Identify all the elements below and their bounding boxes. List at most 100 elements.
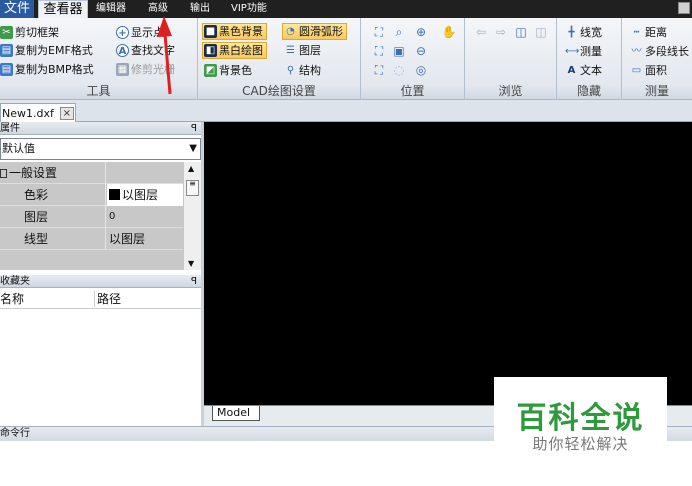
- bw-drawing-toggle[interactable]: ◧ 黑白绘图: [202, 42, 267, 59]
- property-key: 线型: [0, 228, 106, 250]
- text-button[interactable]: A 文本: [565, 62, 602, 79]
- menu-viewer[interactable]: 查看器: [38, 0, 88, 19]
- group-hide-label: 隐藏: [557, 84, 621, 99]
- group-hide: ╋ 线宽 ⟷ 测量 A 文本 隐藏: [557, 18, 622, 100]
- fit-height-icon[interactable]: ⛶: [371, 62, 387, 78]
- copy-emf-label: 复制为EMF格式: [15, 44, 93, 57]
- menu-output[interactable]: 输出: [190, 0, 210, 18]
- pan-hand-icon[interactable]: ✋: [441, 24, 457, 40]
- scroll-up-icon[interactable]: ▲: [188, 164, 194, 173]
- find-text-label: 查找文字: [131, 44, 175, 57]
- column-separator: [94, 291, 95, 307]
- fit-page-icon[interactable]: ▣: [391, 43, 407, 59]
- options-icon[interactable]: [678, 2, 690, 14]
- measure-label: 测量: [580, 45, 602, 58]
- show-points-button[interactable]: + 显示点: [116, 24, 164, 41]
- properties-title: 属件: [0, 123, 20, 134]
- favorites-panel-title: 收藏夹 ꟼ: [0, 275, 201, 288]
- color-swatch: [109, 189, 120, 200]
- model-tab[interactable]: Model: [212, 406, 260, 421]
- smooth-arc-toggle[interactable]: ◔ 圆滑弧形: [282, 23, 347, 40]
- property-group-row[interactable]: 一般设置: [0, 162, 183, 184]
- properties-selected-value: 默认值: [2, 142, 35, 155]
- distance-button[interactable]: ┅ 距离: [630, 24, 667, 41]
- property-key: 色彩: [0, 184, 106, 206]
- property-scrollbar[interactable]: ▲ ≡ ▼: [183, 162, 201, 270]
- scroll-thumb[interactable]: ≡: [186, 180, 199, 196]
- menu-advanced[interactable]: 高级: [148, 0, 168, 18]
- zoom-out-icon[interactable]: ⊖: [413, 43, 429, 59]
- property-row-linetype[interactable]: 线型 以图层: [0, 228, 183, 250]
- zoom-in-icon[interactable]: ⊕: [413, 24, 429, 40]
- property-value: 以图层: [122, 188, 159, 202]
- fit-extents-icon[interactable]: ⛶: [371, 24, 387, 40]
- close-icon[interactable]: ×: [59, 106, 74, 120]
- trim-raster-button[interactable]: ▦ 修剪光栅: [116, 61, 175, 78]
- trim-raster-icon: ▦: [116, 63, 129, 76]
- property-grid: 一般设置 色彩 以图层 图层 0 线型 以图层: [0, 162, 183, 270]
- drawing-canvas[interactable]: [204, 122, 692, 405]
- black-background-toggle[interactable]: ■ 黑色背景: [202, 23, 267, 40]
- document-tab-label: New1.dxf: [2, 106, 54, 120]
- distance-label: 距离: [645, 26, 667, 39]
- property-row-color[interactable]: 色彩 以图层: [0, 184, 183, 206]
- properties-object-select[interactable]: 默认值 ▼: [0, 138, 201, 160]
- zoom-previous-icon[interactable]: ◌: [391, 62, 407, 78]
- watermark-subtitle: 助你轻松解决: [532, 435, 629, 453]
- crosshair-icon: +: [116, 26, 129, 39]
- group-browse: ⇦ ⇨ ◫ ◫ 浏览: [465, 18, 557, 100]
- copy-bmp-button[interactable]: ▤ 复制为BMP格式: [0, 61, 94, 78]
- document-tab[interactable]: New1.dxf ×: [0, 103, 76, 122]
- background-color-button[interactable]: ◩ 背景色: [204, 62, 252, 79]
- black-background-icon: ■: [204, 25, 217, 38]
- menu-file[interactable]: 文件: [0, 0, 34, 18]
- smooth-arc-icon: ◔: [286, 26, 295, 37]
- scroll-down-icon[interactable]: ▼: [188, 259, 194, 268]
- area-button[interactable]: ▭ 面积: [630, 62, 667, 79]
- group-cad-settings-label: CAD绘图设置: [198, 84, 360, 99]
- line-width-button[interactable]: ╋ 线宽: [565, 24, 602, 41]
- find-text-button[interactable]: A 查找文字: [116, 42, 175, 59]
- layers-button[interactable]: ☰ 图层: [284, 42, 321, 59]
- property-value: 0: [109, 211, 116, 222]
- text-label: 文本: [580, 64, 602, 77]
- chevron-down-icon: ▼: [189, 143, 197, 154]
- copy-bmp-label: 复制为BMP格式: [15, 63, 94, 76]
- copy-bmp-icon: ▤: [0, 63, 13, 76]
- forward-arrow-icon[interactable]: ⇨: [493, 24, 509, 40]
- favorites-list[interactable]: [0, 310, 201, 424]
- collapse-icon[interactable]: [0, 169, 7, 178]
- property-row-layer[interactable]: 图层 0: [0, 206, 183, 228]
- smooth-arc-label: 圆滑弧形: [299, 25, 343, 38]
- show-points-label: 显示点: [131, 26, 164, 39]
- group-measure: ┅ 距离 〰 多段线长 ▭ 面积 测量: [622, 18, 692, 100]
- group-tools: ✂ 剪切框架 ▤ 复制为EMF格式 ▤ 复制为BMP格式 + 显示点 A 查找文…: [0, 18, 198, 100]
- cut-frame-icon: ✂: [0, 26, 13, 39]
- bw-drawing-label: 黑白绘图: [219, 44, 263, 57]
- area-icon: ▭: [631, 65, 642, 76]
- menu-editor[interactable]: 编辑器: [96, 0, 126, 18]
- polyline-length-label: 多段线长: [645, 45, 689, 58]
- background-color-icon: ◩: [204, 64, 217, 77]
- polyline-length-button[interactable]: 〰 多段线长: [630, 43, 690, 60]
- open-page-icon[interactable]: ◫: [513, 24, 529, 40]
- structure-button[interactable]: ⚲ 结构: [284, 62, 321, 79]
- close-page-icon[interactable]: ◫: [533, 24, 549, 40]
- menu-vip[interactable]: VIP功能: [231, 0, 267, 18]
- distance-icon: ┅: [633, 27, 640, 38]
- measure-button[interactable]: ⟷ 测量: [565, 43, 602, 60]
- fit-width-icon[interactable]: ⛶: [371, 43, 387, 59]
- cut-frame-button[interactable]: ✂ 剪切框架: [0, 24, 59, 41]
- zoom-options-icon[interactable]: ◎: [413, 62, 429, 78]
- back-arrow-icon[interactable]: ⇦: [473, 24, 489, 40]
- zoom-window-icon[interactable]: ⌕: [391, 24, 407, 40]
- find-text-icon: A: [116, 44, 129, 57]
- column-path-header[interactable]: 路径: [97, 289, 121, 309]
- column-name-header[interactable]: 名称: [0, 289, 24, 309]
- group-tools-label: 工具: [0, 84, 197, 99]
- pin-icon[interactable]: ꟼ: [191, 275, 197, 288]
- copy-emf-button[interactable]: ▤ 复制为EMF格式: [0, 42, 93, 59]
- ribbon: ✂ 剪切框架 ▤ 复制为EMF格式 ▤ 复制为BMP格式 + 显示点 A 查找文…: [0, 18, 692, 100]
- structure-label: 结构: [299, 64, 321, 77]
- pin-icon[interactable]: ꟼ: [191, 122, 197, 135]
